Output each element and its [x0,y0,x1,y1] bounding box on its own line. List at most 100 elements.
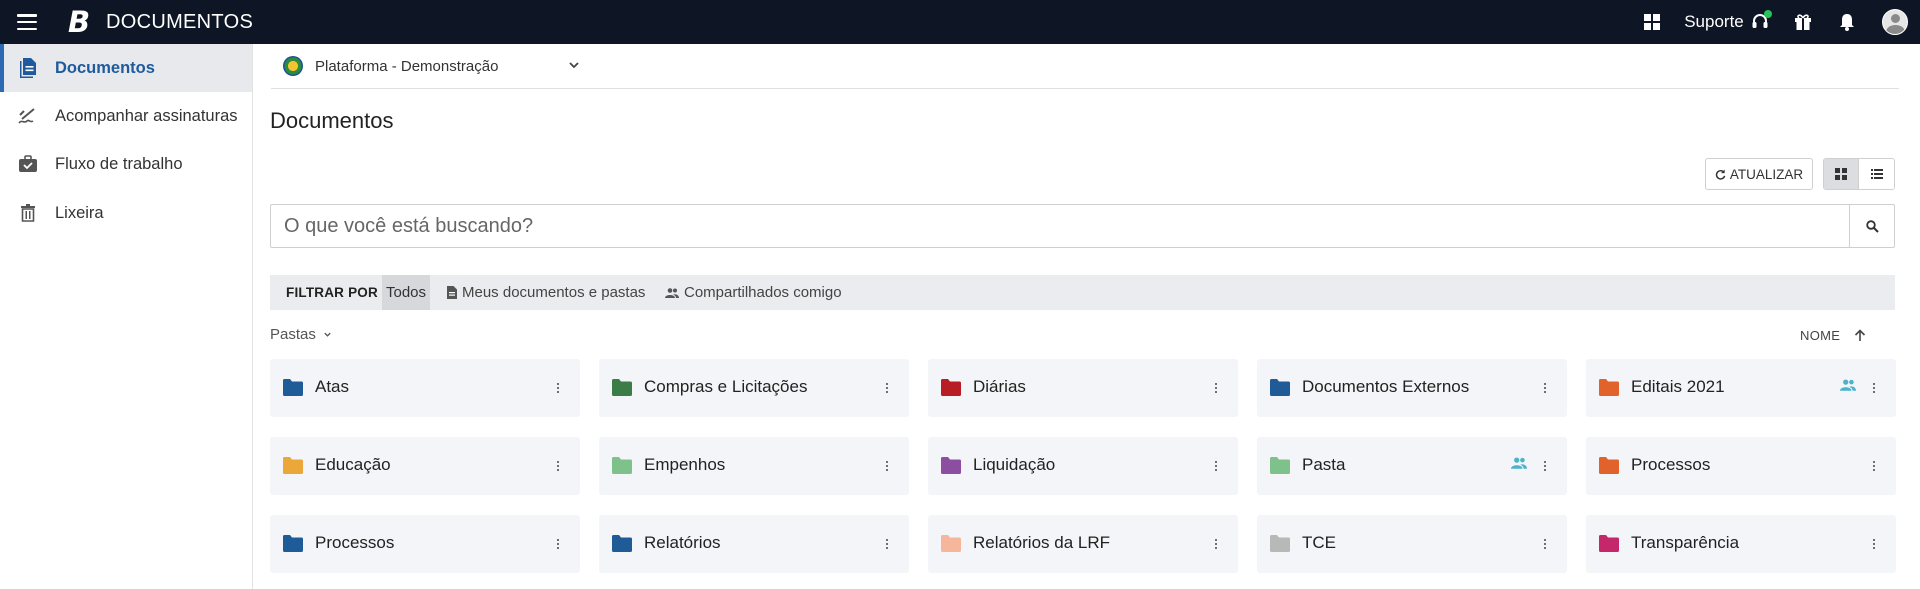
signature-icon [18,106,38,126]
folder-name: Processos [1631,455,1711,474]
folder-icon [941,457,961,474]
more-options-icon[interactable] [556,457,560,475]
folder-icon [1599,535,1619,552]
search-input[interactable] [271,205,1849,247]
folder-card[interactable]: Educação [270,437,580,495]
sidebar-item-label: Fluxo de trabalho [55,154,183,173]
folder-icon [283,535,303,552]
shared-people-icon [1511,457,1527,469]
folder-card[interactable]: Processos [270,515,580,573]
search-button[interactable] [1849,205,1894,247]
grid-view-icon [1835,168,1847,180]
more-options-icon[interactable] [1214,457,1218,475]
sidebar-item-documentos[interactable]: Documentos [0,44,252,92]
more-options-icon[interactable] [1543,535,1547,553]
list-view-icon [1870,169,1883,179]
folder-name: Pasta [1302,455,1346,474]
pastas-toggle[interactable]: Pastas [270,324,332,344]
folder-card[interactable]: Relatórios da LRF [928,515,1238,573]
more-options-icon[interactable] [885,457,889,475]
shared-people-icon [1840,379,1856,391]
more-options-icon[interactable] [1872,535,1876,553]
folder-card[interactable]: Documentos Externos [1257,359,1567,417]
more-options-icon[interactable] [1214,535,1218,553]
refresh-label: ATUALIZAR [1729,166,1804,182]
filter-option-label: Meus documentos e pastas [462,284,646,301]
more-options-icon[interactable] [1872,379,1876,397]
notifications-bell-icon[interactable] [1835,0,1859,44]
folder-card[interactable]: Atas [270,359,580,417]
search-icon [1865,219,1879,233]
sidebar: Documentos Acompanhar assinaturas Fluxo … [0,44,253,589]
folder-icon [1270,457,1290,474]
search-box [270,204,1895,248]
grid-view-button[interactable] [1824,159,1860,189]
apps-grid-icon[interactable] [1640,0,1664,44]
folder-name: Liquidação [973,455,1056,474]
top-bar: B DOCUMENTOS Suporte [0,0,1920,44]
folder-icon [1599,379,1619,396]
more-options-icon[interactable] [1543,457,1547,475]
filter-option-compartilhados[interactable]: Compartilhados comigo [665,275,842,310]
folder-card[interactable]: Transparência [1586,515,1896,573]
filter-option-meus-documentos[interactable]: Meus documentos e pastas [447,275,645,310]
online-status-dot [1764,10,1772,18]
folder-name: Diárias [973,377,1026,396]
folder-name: TCE [1302,533,1336,552]
menu-icon[interactable] [17,14,37,31]
more-options-icon[interactable] [556,379,560,397]
more-options-icon[interactable] [1872,457,1876,475]
sidebar-item-lixeira[interactable]: Lixeira [0,189,252,237]
folder-card[interactable]: Empenhos [599,437,909,495]
more-options-icon[interactable] [885,535,889,553]
user-avatar[interactable] [1881,0,1909,44]
folder-name: Relatórios [644,533,721,552]
list-view-button[interactable] [1859,159,1894,189]
workflow-icon [18,154,38,174]
sidebar-item-acompanhar-assinaturas[interactable]: Acompanhar assinaturas [0,92,252,140]
folder-name: Atas [315,377,350,396]
people-icon [665,287,679,298]
folder-card[interactable]: TCE [1257,515,1567,573]
folder-card[interactable]: Liquidação [928,437,1238,495]
document-icon [447,286,457,299]
sort-control[interactable]: NOME [1800,325,1866,345]
gift-icon[interactable] [1791,0,1815,44]
pastas-label: Pastas [270,325,316,343]
main-content: Plataforma - Demonstração Documentos ATU… [253,44,1920,589]
page-title: Documentos [270,108,394,133]
more-options-icon[interactable] [556,535,560,553]
folder-icon [612,379,632,396]
filter-bar: FILTRAR POR Todos Meus documentos e past… [270,275,1895,310]
folder-card[interactable]: Diárias [928,359,1238,417]
folder-card[interactable]: Relatórios [599,515,909,573]
sidebar-item-label: Documentos [55,58,155,77]
folder-icon [1599,457,1619,474]
more-options-icon[interactable] [885,379,889,397]
headset-icon[interactable] [1748,0,1772,44]
filter-option-todos[interactable]: Todos [382,275,431,310]
folder-card[interactable]: Pasta [1257,437,1567,495]
app-logo[interactable]: B [68,6,90,38]
sidebar-item-fluxo-de-trabalho[interactable]: Fluxo de trabalho [0,140,252,188]
sort-label: NOME [1800,327,1841,343]
platform-emblem-icon [283,56,303,76]
app-title[interactable]: DOCUMENTOS [106,11,253,34]
folder-card[interactable]: Editais 2021 [1586,359,1896,417]
folder-name: Editais 2021 [1631,377,1725,396]
chevron-down-icon [324,332,331,337]
platform-label: Plataforma - Demonstração [315,57,499,75]
platform-selector[interactable]: Plataforma - Demonstração [283,54,583,78]
folder-name: Relatórios da LRF [973,533,1111,552]
folder-card[interactable]: Compras e Licitações [599,359,909,417]
more-options-icon[interactable] [1543,379,1547,397]
support-button[interactable]: Suporte [1683,0,1745,44]
folder-card[interactable]: Processos [1586,437,1896,495]
refresh-button[interactable]: ATUALIZAR [1705,158,1813,190]
chevron-down-icon [569,62,579,69]
trash-icon [18,203,38,223]
more-options-icon[interactable] [1214,379,1218,397]
folder-icon [283,379,303,396]
filter-option-label: Compartilhados comigo [684,284,842,301]
avatar-icon [1882,9,1908,35]
